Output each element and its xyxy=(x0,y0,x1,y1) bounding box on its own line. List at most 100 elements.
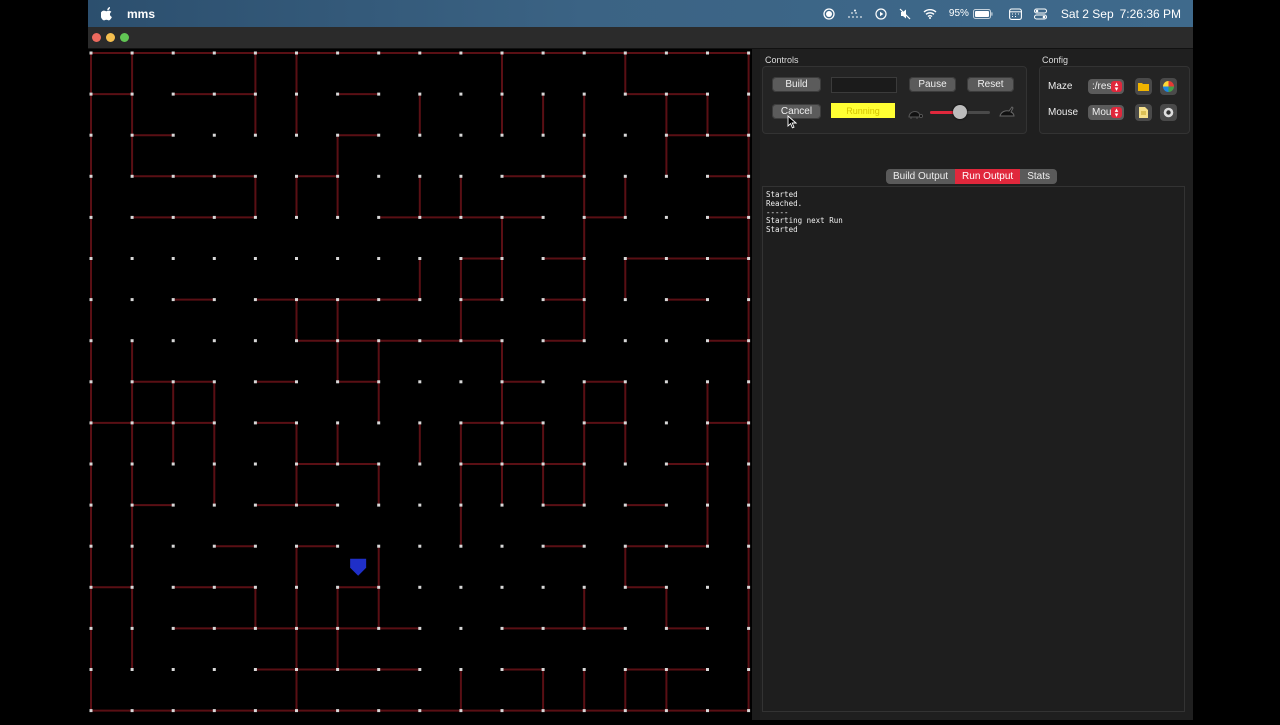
menu-bar: mms 95% Sat 2 Sep 7:26:36 PM xyxy=(88,0,1193,27)
maze-post xyxy=(89,51,93,55)
maze-post xyxy=(89,298,93,302)
maze-post xyxy=(377,462,381,466)
maze-post xyxy=(418,298,422,302)
maze-post xyxy=(664,585,668,589)
maze-post xyxy=(212,626,216,630)
build-button[interactable]: Build xyxy=(772,77,821,92)
maze-post xyxy=(582,462,586,466)
play-circle-icon[interactable] xyxy=(875,7,887,20)
maze-post xyxy=(336,709,340,713)
minimize-window-button[interactable] xyxy=(106,33,115,42)
output-line: Starting next Run xyxy=(766,216,843,226)
maze-post xyxy=(336,298,340,302)
tab-build-output[interactable]: Build Output xyxy=(886,169,956,184)
mouse-select[interactable]: Mou ▴ ▾ xyxy=(1088,105,1124,120)
battery-percent[interactable]: 95% xyxy=(949,8,969,19)
reset-button[interactable]: Reset xyxy=(967,77,1014,92)
maze-post xyxy=(582,298,586,302)
tab-stats[interactable]: Stats xyxy=(1020,169,1057,184)
speed-slider-knob[interactable] xyxy=(953,105,967,119)
maze-post xyxy=(623,380,627,384)
mute-icon[interactable] xyxy=(899,8,911,20)
maze-post xyxy=(459,668,463,671)
maze-post xyxy=(418,257,422,260)
speed-slider-track[interactable] xyxy=(930,105,990,119)
maze-post xyxy=(377,585,381,589)
panel-splitter[interactable] xyxy=(752,49,760,720)
maze-post xyxy=(212,133,216,137)
maze-post xyxy=(253,585,257,589)
maze-post xyxy=(623,174,627,178)
apple-icon[interactable] xyxy=(101,6,113,21)
maze-post xyxy=(130,51,134,55)
title-bar[interactable] xyxy=(88,27,1193,49)
maze-post xyxy=(130,709,134,713)
maze-post xyxy=(706,298,709,302)
maze-post xyxy=(582,668,586,671)
tab-run-output[interactable]: Run Output xyxy=(955,169,1021,184)
color-wheel-icon[interactable] xyxy=(1160,78,1177,95)
maze-post xyxy=(89,421,93,425)
maze-post xyxy=(336,257,340,260)
maze-post xyxy=(747,257,751,260)
maze-post xyxy=(500,215,504,219)
run-output-log[interactable]: Started Reached. ----- Starting next Run Sta… xyxy=(762,186,1185,712)
maze-post xyxy=(582,174,586,178)
clock-time[interactable]: 7:26:36 PM xyxy=(1120,7,1181,21)
maze-post xyxy=(582,51,586,55)
output-line: Reached. xyxy=(766,198,803,208)
maze-post xyxy=(664,380,668,384)
maze-post xyxy=(336,133,340,137)
maze-select[interactable]: :/res ▴ ▾ xyxy=(1088,79,1124,94)
maze-post xyxy=(253,380,257,384)
app-name[interactable]: mms xyxy=(127,7,155,21)
maze-post xyxy=(336,380,340,384)
controls-group: Build Pause Reset Cancel Running xyxy=(762,66,1027,134)
calendar-icon[interactable] xyxy=(1008,7,1022,20)
maze-post xyxy=(295,585,298,589)
maze-post xyxy=(89,462,93,466)
maze-post xyxy=(706,421,709,425)
maze-post xyxy=(89,503,93,507)
battery-icon[interactable] xyxy=(972,8,993,19)
maze-post xyxy=(130,462,134,466)
maze-post xyxy=(130,215,134,219)
edit-file-icon[interactable] xyxy=(1135,104,1152,121)
output-line: Started xyxy=(766,225,798,235)
settings-gear-icon[interactable] xyxy=(1160,104,1177,121)
maze-post xyxy=(541,668,545,671)
maze-post xyxy=(89,380,93,384)
pause-button[interactable]: Pause xyxy=(909,77,956,92)
maze-post xyxy=(171,585,175,589)
folder-icon[interactable] xyxy=(1135,78,1152,95)
maze-post xyxy=(664,298,668,302)
maze-post xyxy=(295,544,298,548)
maze-post xyxy=(253,626,257,630)
wifi-icon[interactable] xyxy=(923,8,937,19)
maze-post xyxy=(171,380,175,384)
maze-post xyxy=(336,668,340,671)
maze-post xyxy=(459,298,463,302)
maze-post xyxy=(130,585,134,589)
pointer-cursor-icon xyxy=(787,115,797,129)
maze-post xyxy=(171,421,175,425)
close-window-button[interactable] xyxy=(92,33,101,42)
maze-post xyxy=(418,339,422,343)
maze-post xyxy=(377,668,381,671)
maze-post xyxy=(418,544,422,548)
maze-post xyxy=(336,585,340,589)
maze-post xyxy=(459,133,463,137)
record-icon[interactable] xyxy=(823,7,835,20)
maze-post xyxy=(295,626,298,630)
maze-post xyxy=(747,503,751,507)
maximize-window-button[interactable] xyxy=(120,33,129,42)
clock-date[interactable]: Sat 2 Sep xyxy=(1061,7,1114,21)
maze-post xyxy=(418,174,422,178)
dashed-status-icon[interactable] xyxy=(847,9,863,19)
maze-post xyxy=(582,339,586,343)
control-center-icon[interactable] xyxy=(1033,8,1047,20)
maze-post xyxy=(295,462,298,466)
maze-post xyxy=(89,133,93,137)
maze-post xyxy=(500,380,504,384)
maze-post xyxy=(747,298,751,302)
